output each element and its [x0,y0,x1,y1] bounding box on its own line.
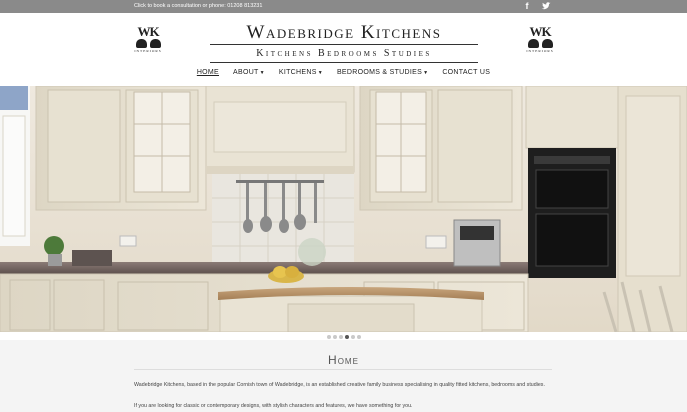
nav-label: ABOUT [233,69,259,76]
nav-label: BEDROOMS & STUDIES [336,69,423,76]
heading-divider [134,369,552,370]
logo-monogram: WK [137,24,159,39]
twitter-icon[interactable] [541,1,551,11]
slider-dot[interactable] [356,334,361,339]
nav-about[interactable]: ABOUT▼ [226,69,272,76]
nav-home[interactable]: HOME [190,69,226,76]
slider-dot[interactable] [350,334,355,339]
page-heading: Home [328,353,359,367]
nav-label: CONTACT US [442,69,491,76]
slider-dot[interactable] [344,334,349,339]
caret-down-icon: ▼ [423,70,429,76]
nav-label: KITCHENS [278,69,317,76]
slider-dot[interactable] [332,334,337,339]
hero-slider-image[interactable] [0,86,687,332]
facebook-icon[interactable]: f [522,1,532,11]
brand-divider-bottom [210,62,478,63]
heraldic-beasts-icon [520,39,560,48]
main-content: Home Wadebridge Kitchens, based in the p… [0,340,687,412]
slider-dot[interactable] [338,334,343,339]
social-links: f [522,1,551,11]
logo-monogram: WK [529,24,551,39]
nav-contact[interactable]: CONTACT US [435,69,497,76]
logo-subtext: INTERIORS [134,49,162,53]
top-bar: Click to book a consultation or phone: 0… [0,0,687,13]
logo-subtext: INTERIORS [526,49,554,53]
slider-dot[interactable] [326,334,331,339]
nav-label: HOME [196,69,220,76]
nav-bedrooms-studies[interactable]: BEDROOMS & STUDIES▼ [330,69,435,76]
intro-paragraph: Wadebridge Kitchens, based in the popula… [134,382,545,388]
caret-down-icon: ▼ [317,70,323,76]
brand-divider [210,44,478,45]
heraldic-beasts-icon [128,39,168,48]
consultation-link[interactable]: Click to book a consultation or phone: 0… [134,3,262,9]
caret-down-icon: ▼ [259,70,265,76]
brand-logo[interactable]: Wadebridge Kitchens Kitchens Bedrooms St… [210,22,478,63]
nav-kitchens[interactable]: KITCHENS▼ [272,69,330,76]
kitchen-photo [0,86,687,332]
designs-paragraph: If you are looking for classic or contem… [134,403,413,409]
slider-pagination [0,333,687,340]
main-nav: HOME ABOUT▼ KITCHENS▼ BEDROOMS & STUDIES… [0,69,687,76]
site-title: Wadebridge Kitchens [246,22,442,43]
site-tagline: Kitchens Bedrooms Studies [256,48,432,59]
wk-logo-right[interactable]: WK INTERIORS [520,24,560,53]
wk-logo-left[interactable]: WK INTERIORS [128,24,168,53]
